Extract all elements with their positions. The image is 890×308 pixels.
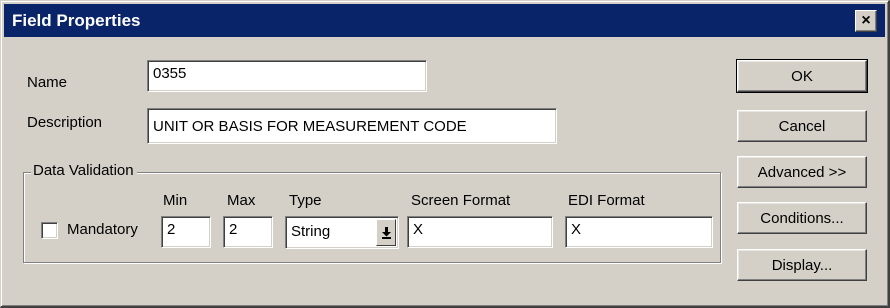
chevron-down-icon [381, 227, 391, 239]
field-properties-dialog: Field Properties × Name 0355 Description… [0, 0, 890, 308]
title-bar[interactable]: Field Properties × [4, 4, 885, 37]
name-field[interactable]: 0355 [147, 60, 427, 92]
name-label: Name [27, 74, 68, 91]
description-field[interactable]: UNIT OR BASIS FOR MEASUREMENT CODE [147, 108, 557, 144]
type-select-value: String [291, 223, 331, 240]
max-label: Max [227, 192, 256, 209]
type-label: Type [289, 192, 322, 209]
cancel-button[interactable]: Cancel [737, 110, 867, 142]
advanced-button[interactable]: Advanced >> [737, 156, 867, 188]
edi-format-field[interactable]: X [565, 216, 713, 248]
close-icon: × [861, 11, 871, 29]
type-select[interactable]: String [285, 216, 399, 249]
screen-format-label: Screen Format [411, 192, 511, 209]
screen-format-field[interactable]: X [407, 216, 553, 248]
conditions-button[interactable]: Conditions... [737, 202, 867, 234]
display-button[interactable]: Display... [737, 249, 867, 281]
close-button[interactable]: × [855, 9, 877, 32]
ok-button[interactable]: OK [736, 59, 868, 93]
min-field[interactable]: 2 [161, 216, 211, 248]
type-dropdown-button[interactable] [376, 219, 396, 246]
mandatory-label[interactable]: Mandatory [67, 221, 138, 238]
data-validation-legend: Data Validation [31, 162, 137, 179]
mandatory-checkbox[interactable] [41, 222, 58, 239]
dialog-title: Field Properties [12, 10, 141, 30]
min-label: Min [163, 192, 188, 209]
max-field[interactable]: 2 [223, 216, 273, 248]
description-label: Description [27, 114, 103, 131]
edi-format-label: EDI Format [568, 192, 645, 209]
